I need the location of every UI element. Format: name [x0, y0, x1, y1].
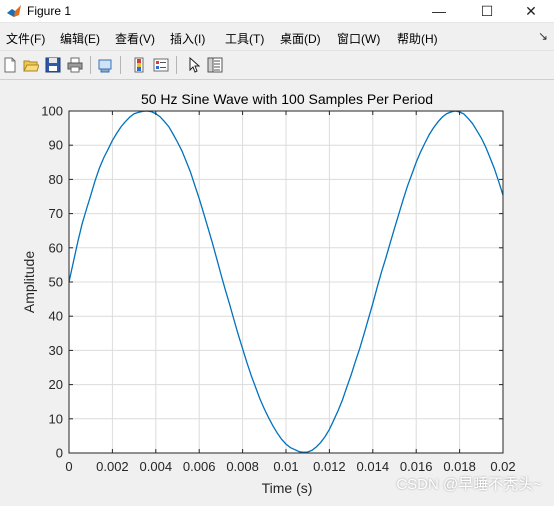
menu-bar: 文件(F) 编辑(E) 查看(V) 插入(I) 工具(T) 桌面(D) 窗口(W…	[0, 27, 554, 47]
y-tick-label: 70	[49, 206, 63, 221]
y-tick-label: 60	[49, 240, 63, 255]
property-inspector-icon	[207, 57, 223, 73]
figure-canvas[interactable]: 50 Hz Sine Wave with 100 Samples Per Per…	[0, 80, 554, 501]
new-figure-icon	[4, 57, 16, 73]
link-plot-button[interactable]	[96, 56, 114, 74]
y-tick-label: 90	[49, 138, 63, 153]
x-tick-label: 0	[65, 459, 72, 474]
insert-colorbar-icon	[134, 57, 144, 73]
menu-desktop[interactable]: 桌面(D)	[280, 30, 321, 47]
open-file-button[interactable]	[22, 56, 40, 74]
insert-colorbar-button[interactable]	[130, 56, 148, 74]
new-figure-button[interactable]	[1, 56, 19, 74]
close-button[interactable]: ✕	[508, 0, 554, 22]
y-tick-label: 20	[49, 377, 63, 392]
maximize-button[interactable]: ☐	[464, 0, 510, 22]
x-tick-label: 0.016	[400, 459, 433, 474]
matlab-logo-icon	[7, 5, 21, 17]
x-tick-label: 0.006	[183, 459, 216, 474]
open-file-icon	[23, 60, 39, 72]
x-tick-label: 0.01	[273, 459, 298, 474]
x-tick-label: 0.018	[443, 459, 476, 474]
close-icon: ✕	[525, 2, 537, 19]
x-tick-label: 0.004	[140, 459, 173, 474]
x-tick-label: 0.012	[313, 459, 346, 474]
y-tick-label: 80	[49, 172, 63, 187]
line-chart: 50 Hz Sine Wave with 100 Samples Per Per…	[21, 91, 516, 496]
minimize-button[interactable]: —	[416, 0, 462, 22]
property-inspector-button[interactable]	[206, 56, 224, 74]
menu-insert[interactable]: 插入(I)	[170, 30, 205, 47]
y-tick-label: 100	[41, 104, 63, 119]
link-plot-icon	[98, 59, 112, 73]
edit-plot-button[interactable]	[185, 56, 203, 74]
x-tick-label: 0.002	[96, 459, 129, 474]
save-icon	[45, 57, 61, 73]
minimize-icon: —	[432, 3, 446, 19]
edit-plot-arrow-icon	[189, 57, 201, 73]
toolbar-separator	[90, 56, 91, 74]
menu-file[interactable]: 文件(F)	[6, 30, 45, 47]
watermark-text: CSDN @早睡不秃头~	[396, 476, 542, 493]
menu-view[interactable]: 查看(V)	[115, 30, 155, 47]
y-tick-label: 0	[56, 446, 63, 461]
insert-legend-button[interactable]	[152, 56, 170, 74]
menu-tools[interactable]: 工具(T)	[225, 30, 264, 47]
menu-help[interactable]: 帮助(H)	[397, 30, 438, 47]
chart-title: 50 Hz Sine Wave with 100 Samples Per Per…	[141, 91, 433, 107]
figure-toolbar	[0, 50, 554, 80]
toolbar-separator	[120, 56, 121, 74]
toolbar-separator	[176, 56, 177, 74]
y-tick-label: 10	[49, 411, 63, 426]
window-title: Figure 1	[27, 4, 72, 18]
print-button[interactable]	[66, 56, 84, 74]
insert-legend-icon	[153, 58, 169, 72]
y-tick-label: 40	[49, 309, 63, 324]
x-tick-label: 0.008	[226, 459, 259, 474]
print-icon	[67, 57, 83, 73]
y-tick-label: 30	[49, 343, 63, 358]
window-title-bar[interactable]: Figure 1 — ☐ ✕	[0, 0, 554, 23]
undock-arrow-icon[interactable]: ↘	[538, 29, 548, 43]
y-tick-label: 50	[49, 275, 63, 290]
x-tick-label: 0.02	[490, 459, 515, 474]
x-axis-label: Time (s)	[262, 480, 313, 496]
menu-window[interactable]: 窗口(W)	[337, 30, 380, 47]
save-button[interactable]	[44, 56, 62, 74]
x-tick-label: 0.014	[357, 459, 390, 474]
maximize-icon: ☐	[480, 2, 494, 19]
menu-edit[interactable]: 编辑(E)	[60, 30, 100, 47]
y-axis-label: Amplitude	[21, 251, 37, 313]
